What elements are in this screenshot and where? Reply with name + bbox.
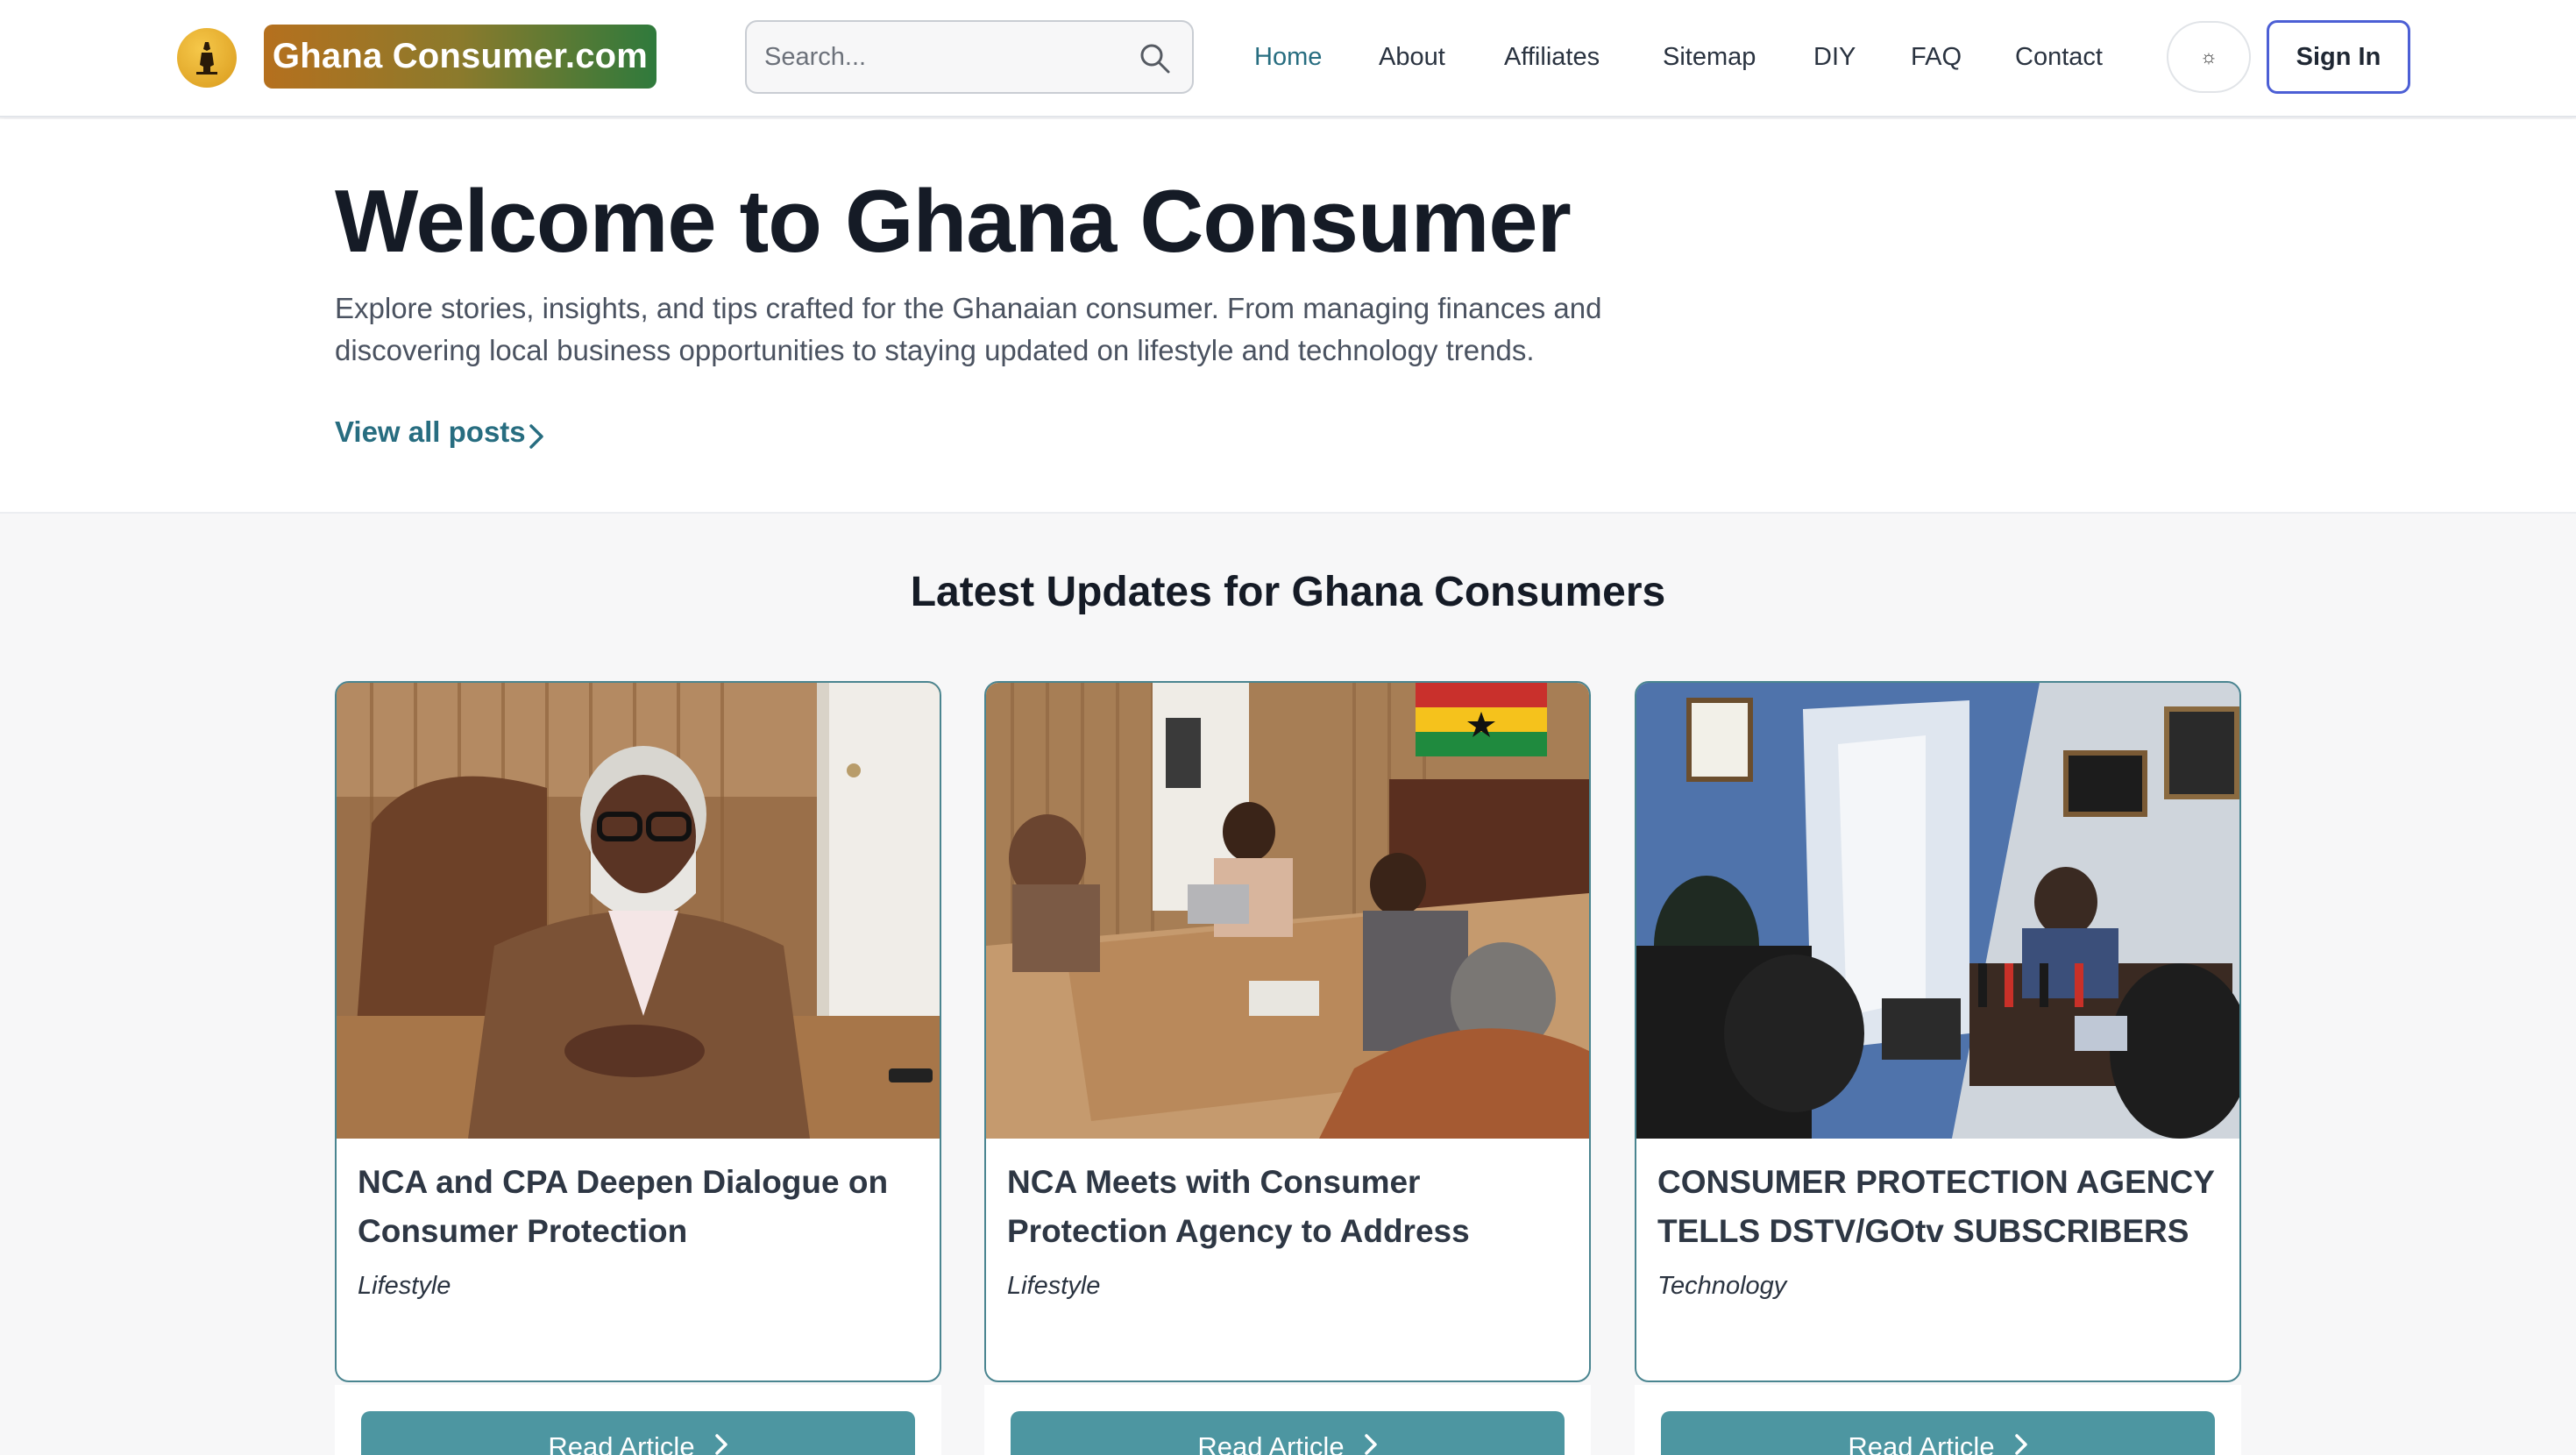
article-category[interactable]: Technology xyxy=(1657,1272,1786,1301)
read-article-label: Read Article xyxy=(1848,1431,1995,1455)
hero-lead: Explore stories, insights, and tips craf… xyxy=(335,292,1602,366)
search-input[interactable] xyxy=(764,22,1132,92)
card-footer: Read Article xyxy=(984,1385,1591,1455)
sign-in-button[interactable]: Sign In xyxy=(2267,20,2410,94)
article-photo-meeting-room[interactable] xyxy=(986,683,1589,1139)
pharaoh-figure-icon xyxy=(196,42,217,75)
card-footer: Read Article xyxy=(335,1385,941,1455)
nav-about[interactable]: About xyxy=(1379,0,1445,114)
article-title[interactable]: NCA and CPA Deepen Dialogue on Consumer … xyxy=(358,1158,927,1256)
hero-section: Welcome to Ghana Consumer Explore storie… xyxy=(0,119,2576,514)
brand-name[interactable]: Ghana Consumer.com xyxy=(264,25,656,89)
top-navbar: Ghana Consumer.com Home About Affiliates… xyxy=(0,0,2576,117)
nav-home[interactable]: Home xyxy=(1254,0,1322,114)
site-logo[interactable] xyxy=(177,28,237,88)
read-article-label: Read Article xyxy=(548,1431,695,1455)
view-all-posts-link[interactable]: View all posts xyxy=(335,415,526,449)
article-photo-man-at-desk[interactable] xyxy=(337,683,940,1139)
nav-faq[interactable]: FAQ xyxy=(1911,0,1962,114)
latest-updates-title: Latest Updates for Ghana Consumers xyxy=(910,569,1666,615)
nav-sitemap[interactable]: Sitemap xyxy=(1663,0,1756,114)
chevron-right-icon xyxy=(1364,1434,1377,1455)
article-card[interactable]: CONSUMER PROTECTION AGENCY TELLS DSTV/GO… xyxy=(1635,681,2241,1382)
nav-affiliates[interactable]: Affiliates xyxy=(1504,0,1600,114)
article-title[interactable]: NCA Meets with Consumer Protection Agenc… xyxy=(1007,1158,1577,1256)
chevron-right-icon xyxy=(714,1434,727,1455)
card-footer: Read Article xyxy=(1635,1385,2241,1455)
article-category[interactable]: Lifestyle xyxy=(1007,1272,1100,1301)
nav-diy[interactable]: DIY xyxy=(1813,0,1856,114)
read-article-label: Read Article xyxy=(1197,1431,1345,1455)
search-icon[interactable] xyxy=(1138,41,1173,76)
read-article-button[interactable]: Read Article xyxy=(361,1411,915,1455)
article-category[interactable]: Lifestyle xyxy=(358,1272,451,1301)
nav-contact[interactable]: Contact xyxy=(2015,0,2103,114)
sun-icon: ☼ xyxy=(2199,46,2218,67)
chevron-right-icon xyxy=(2014,1434,2027,1455)
theme-toggle-button[interactable]: ☼ xyxy=(2167,21,2251,93)
search-box xyxy=(745,20,1194,94)
article-photo-press-conference[interactable] xyxy=(1636,683,2239,1139)
article-card[interactable]: NCA and CPA Deepen Dialogue on Consumer … xyxy=(335,681,941,1382)
read-article-button[interactable]: Read Article xyxy=(1011,1411,1565,1455)
hero-title: Welcome to Ghana Consumer xyxy=(335,173,1572,271)
article-title[interactable]: CONSUMER PROTECTION AGENCY TELLS DSTV/GO… xyxy=(1657,1158,2227,1256)
read-article-button[interactable]: Read Article xyxy=(1661,1411,2215,1455)
article-card[interactable]: NCA Meets with Consumer Protection Agenc… xyxy=(984,681,1591,1382)
chevron-right-icon[interactable] xyxy=(526,421,547,452)
